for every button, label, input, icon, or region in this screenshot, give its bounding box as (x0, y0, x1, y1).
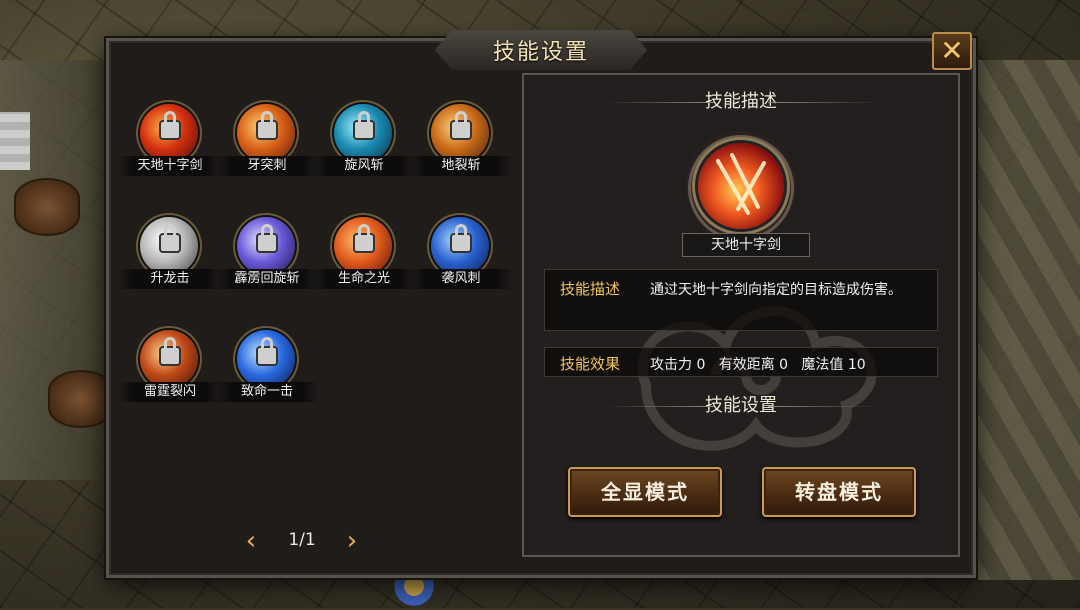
lock-icon (159, 111, 181, 140)
effect-label: 技能效果 (560, 355, 621, 373)
description-label: 技能描述 (560, 280, 621, 298)
lock-icon (353, 111, 375, 140)
lock-icon (159, 337, 181, 366)
lock-icon (450, 111, 472, 140)
effect-text: 攻击力 0 有效距离 0 魔法值 10 (650, 357, 866, 373)
skill-slot[interactable]: 牙突刺 (215, 104, 319, 184)
skill-name: 生命之光 (312, 269, 416, 289)
close-button[interactable]: ✕ (932, 32, 972, 70)
sword-cross-icon (698, 143, 784, 229)
skill-slot[interactable]: 升龙击 (118, 217, 222, 297)
skill-slot[interactable]: 生命之光 (312, 217, 416, 297)
dialog-title: 技能设置 (492, 40, 589, 65)
title-plate: 技能设置 (435, 30, 647, 70)
skill-name: 地裂斩 (409, 156, 513, 176)
description-box: 技能描述 通过天地十字剑向指定的目标造成伤害。 (544, 269, 938, 331)
skill-slot[interactable]: 霹雳回旋斩 (215, 217, 319, 297)
skill-name: 袭风刺 (409, 269, 513, 289)
next-page-button[interactable]: › (342, 528, 362, 554)
sword-icon (716, 153, 766, 215)
stone-wall-right (970, 60, 1080, 580)
selected-skill-name: 天地十字剑 (682, 233, 810, 257)
skill-name: 升龙击 (118, 269, 222, 289)
skill-name: 牙突刺 (215, 156, 319, 176)
skill-slot[interactable]: 袭风刺 (409, 217, 513, 297)
skill-slot[interactable]: 雷霆裂闪 (118, 330, 222, 410)
lock-icon (256, 224, 278, 253)
wheel-mode-button[interactable]: 转盘模式 (762, 467, 916, 517)
lock-icon (353, 224, 375, 253)
description-text: 通过天地十字剑向指定的目标造成伤害。 (650, 282, 902, 298)
barrel (14, 178, 80, 236)
description-heading: 技能描述 (524, 89, 958, 115)
skill-name: 旋风斩 (312, 156, 416, 176)
skill-slot[interactable]: 地裂斩 (409, 104, 513, 184)
lock-icon (159, 224, 181, 253)
previous-page-button[interactable]: ‹ (241, 528, 261, 554)
lock-icon (256, 111, 278, 140)
settings-heading: 技能设置 (524, 393, 958, 419)
skill-slot[interactable]: 天地十字剑 (118, 104, 222, 184)
skill-name: 雷霆裂闪 (118, 382, 222, 402)
skill-name: 天地十字剑 (118, 156, 222, 176)
blurred-element (0, 112, 30, 170)
barrel (48, 370, 114, 428)
lock-icon (256, 337, 278, 366)
skill-slot[interactable]: 致命一击 (215, 330, 319, 410)
skill-description-pane: 技能描述 天地十字剑 技能描述 通过天地十字剑向指定的目标造成伤害。 技能效果 … (522, 73, 960, 557)
lock-icon (450, 224, 472, 253)
skill-name: 霹雳回旋斩 (215, 269, 319, 289)
skill-name: 致命一击 (215, 382, 319, 402)
page-indicator: 1/1 (288, 530, 316, 550)
skill-slot[interactable]: 旋风斩 (312, 104, 416, 184)
full-display-mode-button[interactable]: 全显模式 (568, 467, 722, 517)
effect-box: 技能效果 攻击力 0 有效距离 0 魔法值 10 (544, 347, 938, 377)
